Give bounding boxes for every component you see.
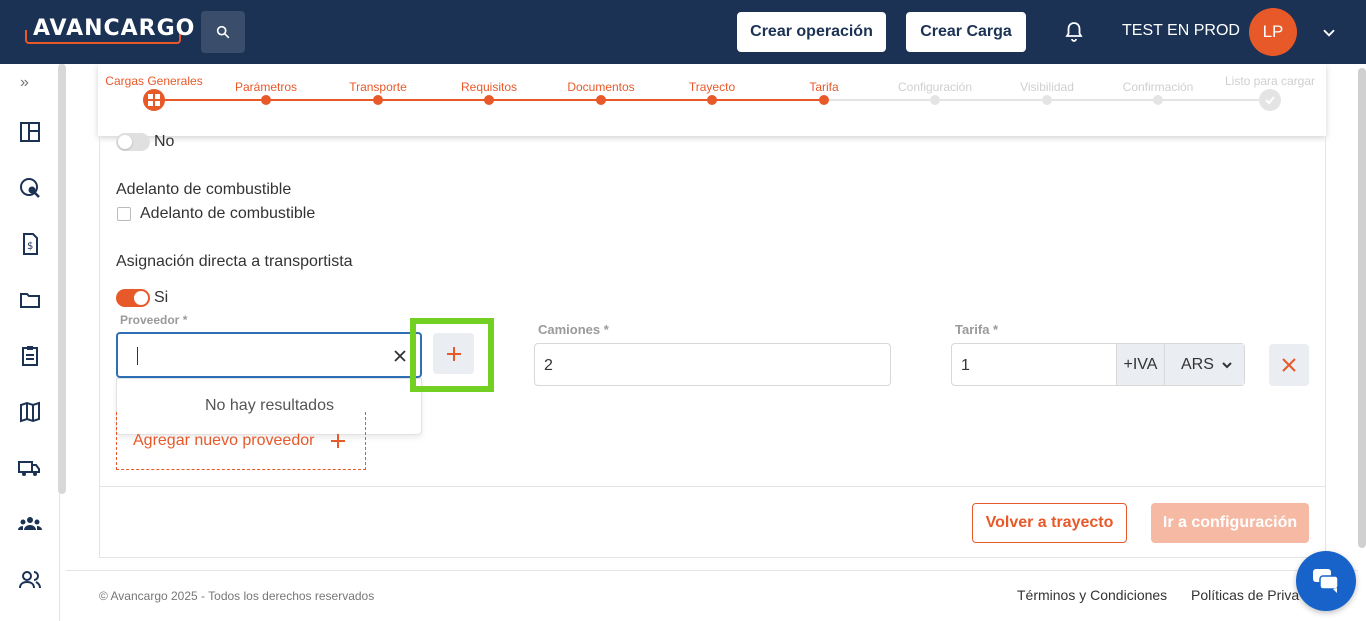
- avancargo-logo[interactable]: AVANCARGO: [25, 14, 194, 46]
- footer-divider: [66, 570, 1358, 571]
- step-current-marker[interactable]: [143, 89, 165, 111]
- toggle-switch-on[interactable]: [116, 289, 150, 307]
- provider-input[interactable]: [116, 332, 422, 378]
- clipboard-icon[interactable]: [18, 344, 42, 368]
- svg-text:$: $: [27, 241, 33, 252]
- rate-input-value[interactable]: 1: [961, 357, 970, 375]
- fuel-advance-title: Adelanto de combustible: [116, 181, 292, 198]
- chat-button[interactable]: [1296, 551, 1356, 611]
- provider-label: Proveedor *: [120, 313, 188, 327]
- bell-icon[interactable]: [1062, 20, 1086, 44]
- plus-icon: [331, 434, 345, 448]
- step-dot[interactable]: [819, 95, 829, 105]
- map-icon[interactable]: [18, 400, 42, 424]
- step-dot[interactable]: [261, 95, 271, 105]
- close-icon[interactable]: [392, 348, 408, 364]
- stepper: Cargas Generales Parámetros Transporte R…: [98, 64, 1326, 136]
- terms-link[interactable]: Términos y Condiciones: [1017, 587, 1167, 603]
- toggle-no-label: No: [154, 133, 175, 150]
- truck-icon[interactable]: [18, 456, 42, 480]
- fuel-advance-checkbox-label[interactable]: Adelanto de combustible: [140, 205, 315, 223]
- chevron-down-icon[interactable]: [1320, 24, 1338, 42]
- top-bar: AVANCARGO Crear operación Crear Carga TE…: [0, 0, 1366, 64]
- close-icon: [1282, 358, 1296, 372]
- step-label-parametros[interactable]: Parámetros: [235, 80, 297, 94]
- step-dot[interactable]: [373, 95, 383, 105]
- step-label-configuracion: Configuración: [897, 80, 973, 94]
- rate-input-group: 1 +IVA ARS: [951, 343, 1245, 386]
- toggle-switch-off[interactable]: [116, 133, 150, 151]
- currency-select[interactable]: ARS: [1164, 344, 1244, 385]
- step-dot[interactable]: [596, 95, 606, 105]
- rate-label: Tarifa *: [955, 322, 999, 337]
- search-button[interactable]: [201, 11, 245, 53]
- toggle-knob: [118, 135, 132, 149]
- add-new-provider-label: Agregar nuevo proveedor: [133, 432, 315, 449]
- step-dot[interactable]: [484, 95, 494, 105]
- sidebar: » $: [0, 64, 60, 621]
- step-label-tarifa[interactable]: Tarifa: [809, 80, 838, 94]
- expand-sidebar-icon[interactable]: »: [20, 74, 29, 92]
- chevron-down-icon: [1222, 362, 1232, 369]
- toggle-si-label: Si: [154, 289, 169, 306]
- step-label-documentos[interactable]: Documentos: [567, 80, 634, 94]
- privacy-link[interactable]: Políticas de Priva: [1191, 587, 1299, 603]
- chat-icon: [1313, 569, 1339, 593]
- currency-value: ARS: [1181, 356, 1214, 373]
- step-label-requisitos[interactable]: Requisitos: [461, 80, 517, 94]
- page-scrollbar[interactable]: [1358, 68, 1366, 548]
- step-dot: [1042, 95, 1052, 105]
- step-label-transporte[interactable]: Transporte: [349, 80, 407, 94]
- step-label-confirmacion: Confirmación: [1122, 80, 1194, 94]
- create-operation-button[interactable]: Crear operación: [737, 12, 886, 52]
- create-load-button[interactable]: Crear Carga: [906, 12, 1026, 52]
- trucks-input-value: 2: [544, 357, 553, 374]
- tax-suffix: +IVA: [1116, 344, 1164, 385]
- go-to-configuration-button[interactable]: Ir a configuración: [1151, 503, 1309, 543]
- back-to-route-button[interactable]: Volver a trayecto: [972, 503, 1127, 543]
- step-label-listo-para-cargar: Listo para cargar: [1224, 74, 1316, 88]
- step-dot: [930, 95, 940, 105]
- logo-text: AVANCARGO: [33, 16, 196, 41]
- panel-divider: [100, 486, 1325, 487]
- dashboard-icon[interactable]: [18, 120, 42, 144]
- sidebar-scrollbar[interactable]: [58, 64, 66, 494]
- toggle-knob: [134, 291, 148, 305]
- avatar[interactable]: LP: [1249, 8, 1297, 56]
- direct-assignment-title: Asignación directa a transportista: [116, 253, 353, 270]
- fuel-advance-checkbox[interactable]: [117, 207, 131, 221]
- trucks-label: Camiones *: [538, 322, 609, 337]
- step-dot: [1153, 95, 1163, 105]
- step-final-marker: [1259, 89, 1281, 111]
- step-label-trayecto[interactable]: Trayecto: [689, 80, 735, 94]
- trucks-input[interactable]: 2: [534, 343, 891, 386]
- step-label-visibilidad: Visibilidad: [1020, 80, 1074, 94]
- add-new-provider-button[interactable]: Agregar nuevo proveedor: [116, 412, 366, 470]
- users-icon[interactable]: [18, 568, 42, 592]
- group-icon[interactable]: [18, 512, 42, 536]
- user-name: TEST EN PROD: [1122, 22, 1240, 39]
- step-dot[interactable]: [707, 95, 717, 105]
- copyright-text: © Avancargo 2025 - Todos los derechos re…: [99, 589, 375, 603]
- globe-search-icon[interactable]: [18, 176, 42, 200]
- check-icon: [1265, 96, 1275, 105]
- search-icon: [216, 25, 230, 39]
- highlight-box: [410, 318, 494, 392]
- remove-row-button[interactable]: [1269, 344, 1309, 386]
- grid-icon: [148, 94, 160, 106]
- step-label-cargas-generales[interactable]: Cargas Generales: [105, 74, 202, 88]
- invoice-icon[interactable]: $: [18, 232, 42, 256]
- text-cursor: [137, 347, 138, 365]
- folder-icon[interactable]: [18, 288, 42, 312]
